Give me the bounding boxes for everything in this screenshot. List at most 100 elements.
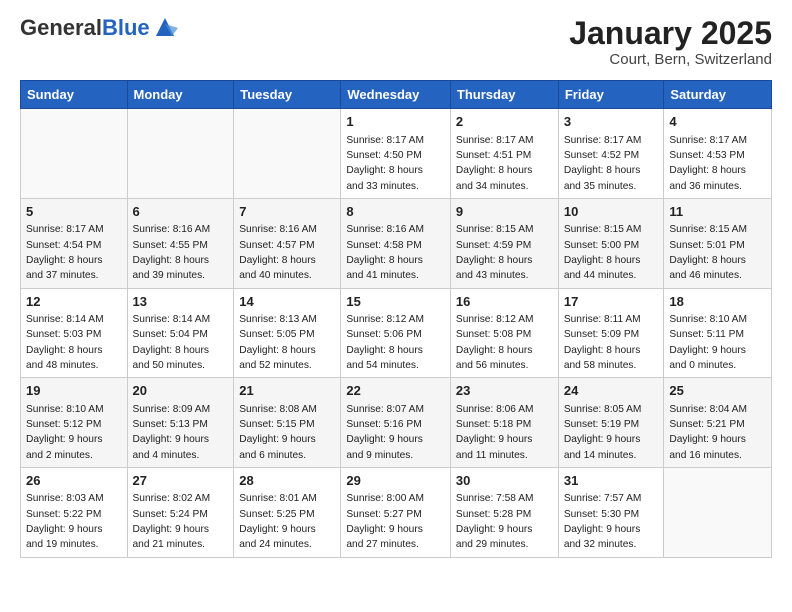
day-number: 31 [564, 472, 659, 490]
col-monday: Monday [127, 81, 234, 109]
day-number: 20 [133, 382, 229, 400]
title-block: January 2025 Court, Bern, Switzerland [569, 16, 772, 68]
calendar-week-row: 1Sunrise: 8:17 AMSunset: 4:50 PMDaylight… [21, 109, 772, 199]
day-number: 13 [133, 293, 229, 311]
table-row: 23Sunrise: 8:06 AMSunset: 5:18 PMDayligh… [450, 378, 558, 468]
day-number: 10 [564, 203, 659, 221]
table-row: 4 Sunrise: 8:17 AMSunset: 4:53 PMDaylight… [664, 109, 772, 199]
day-number: 7 [239, 203, 335, 221]
table-row: 9 Sunrise: 8:15 AMSunset: 4:59 PMDaylight… [450, 198, 558, 288]
table-row: 8Sunrise: 8:16 AMSunset: 4:58 PMDaylight… [341, 198, 451, 288]
col-thursday: Thursday [450, 81, 558, 109]
day-number: 14 [239, 293, 335, 311]
calendar-week-row: 5 Sunrise: 8:17 AMSunset: 4:54 PMDaylight… [21, 198, 772, 288]
day-number: 5 [26, 203, 122, 221]
day-number: 28 [239, 472, 335, 490]
day-info: Sunrise: 7:58 AMSunset: 5:28 PMDaylight:… [456, 493, 534, 550]
day-number: 6 [133, 203, 229, 221]
page: GeneralBlue January 2025 Court, Bern, Sw… [0, 0, 792, 574]
table-row: 7 Sunrise: 8:16 AMSunset: 4:57 PMDaylight… [234, 198, 341, 288]
day-info: Sunrise: 8:05 AMSunset: 5:19 PMDaylight:… [564, 404, 642, 461]
calendar-table: Sunday Monday Tuesday Wednesday Thursday… [20, 80, 772, 557]
day-info: Sunrise: 8:16 AMSunset: 4:55 PMDaylight:… [133, 224, 211, 281]
day-number: 16 [456, 293, 553, 311]
day-info: Sunrise: 8:14 AMSunset: 5:04 PMDaylight:… [133, 314, 211, 371]
day-number: 26 [26, 472, 122, 490]
day-info: Sunrise: 8:15 AMSunset: 4:59 PMDaylight:… [456, 224, 534, 281]
table-row: 22 Sunrise: 8:07 AMSunset: 5:16 PMDayligh… [341, 378, 451, 468]
day-info: Sunrise: 8:07 AMSunset: 5:16 PMDaylight:… [346, 404, 424, 461]
table-row: 17 Sunrise: 8:11 AMSunset: 5:09 PMDayligh… [558, 288, 664, 378]
day-number: 2 [456, 113, 553, 131]
header: GeneralBlue January 2025 Court, Bern, Sw… [20, 16, 772, 68]
day-number: 3 [564, 113, 659, 131]
logo-icon [152, 14, 178, 40]
day-info: Sunrise: 8:01 AMSunset: 5:25 PMDaylight:… [239, 493, 317, 550]
day-number: 12 [26, 293, 122, 311]
day-number: 4 [669, 113, 766, 131]
day-info: Sunrise: 8:12 AMSunset: 5:08 PMDaylight:… [456, 314, 534, 371]
day-info: Sunrise: 8:17 AMSunset: 4:51 PMDaylight:… [456, 135, 534, 192]
col-saturday: Saturday [664, 81, 772, 109]
day-info: Sunrise: 8:17 AMSunset: 4:54 PMDaylight:… [26, 224, 104, 281]
day-info: Sunrise: 8:17 AMSunset: 4:50 PMDaylight:… [346, 135, 424, 192]
day-info: Sunrise: 8:02 AMSunset: 5:24 PMDaylight:… [133, 493, 211, 550]
table-row: 27 Sunrise: 8:02 AMSunset: 5:24 PMDayligh… [127, 467, 234, 557]
day-info: Sunrise: 8:16 AMSunset: 4:57 PMDaylight:… [239, 224, 317, 281]
table-row: 26 Sunrise: 8:03 AMSunset: 5:22 PMDayligh… [21, 467, 128, 557]
day-info: Sunrise: 8:15 AMSunset: 5:01 PMDaylight:… [669, 224, 747, 281]
day-info: Sunrise: 8:14 AMSunset: 5:03 PMDaylight:… [26, 314, 104, 371]
day-number: 18 [669, 293, 766, 311]
day-number: 22 [346, 382, 445, 400]
logo: GeneralBlue [20, 16, 178, 40]
table-row: 25 Sunrise: 8:04 AMSunset: 5:21 PMDayligh… [664, 378, 772, 468]
day-number: 17 [564, 293, 659, 311]
table-row: 11 Sunrise: 8:15 AMSunset: 5:01 PMDayligh… [664, 198, 772, 288]
table-row: 18 Sunrise: 8:10 AMSunset: 5:11 PMDayligh… [664, 288, 772, 378]
table-row [234, 109, 341, 199]
table-row: 14 Sunrise: 8:13 AMSunset: 5:05 PMDayligh… [234, 288, 341, 378]
day-info: Sunrise: 8:06 AMSunset: 5:18 PMDaylight:… [456, 404, 534, 461]
table-row: 24Sunrise: 8:05 AMSunset: 5:19 PMDayligh… [558, 378, 664, 468]
day-number: 27 [133, 472, 229, 490]
day-info: Sunrise: 8:17 AMSunset: 4:53 PMDaylight:… [669, 135, 747, 192]
day-number: 25 [669, 382, 766, 400]
table-row: 15 Sunrise: 8:12 AMSunset: 5:06 PMDayligh… [341, 288, 451, 378]
table-row: 28 Sunrise: 8:01 AMSunset: 5:25 PMDayligh… [234, 467, 341, 557]
col-sunday: Sunday [21, 81, 128, 109]
table-row: 30 Sunrise: 7:58 AMSunset: 5:28 PMDayligh… [450, 467, 558, 557]
day-info: Sunrise: 8:11 AMSunset: 5:09 PMDaylight:… [564, 314, 641, 371]
table-row: 16 Sunrise: 8:12 AMSunset: 5:08 PMDayligh… [450, 288, 558, 378]
table-row: 29Sunrise: 8:00 AMSunset: 5:27 PMDayligh… [341, 467, 451, 557]
page-subtitle: Court, Bern, Switzerland [569, 51, 772, 68]
day-number: 9 [456, 203, 553, 221]
day-info: Sunrise: 8:17 AMSunset: 4:52 PMDaylight:… [564, 135, 642, 192]
table-row: 12 Sunrise: 8:14 AMSunset: 5:03 PMDayligh… [21, 288, 128, 378]
day-number: 30 [456, 472, 553, 490]
page-title: January 2025 [569, 16, 772, 51]
table-row: 20Sunrise: 8:09 AMSunset: 5:13 PMDayligh… [127, 378, 234, 468]
col-wednesday: Wednesday [341, 81, 451, 109]
table-row: 5 Sunrise: 8:17 AMSunset: 4:54 PMDaylight… [21, 198, 128, 288]
logo-general-text: General [20, 15, 102, 40]
col-tuesday: Tuesday [234, 81, 341, 109]
day-info: Sunrise: 8:13 AMSunset: 5:05 PMDaylight:… [239, 314, 317, 371]
calendar-week-row: 19Sunrise: 8:10 AMSunset: 5:12 PMDayligh… [21, 378, 772, 468]
day-number: 29 [346, 472, 445, 490]
day-number: 11 [669, 203, 766, 221]
table-row: 10 Sunrise: 8:15 AMSunset: 5:00 PMDayligh… [558, 198, 664, 288]
day-number: 19 [26, 382, 122, 400]
day-number: 21 [239, 382, 335, 400]
col-friday: Friday [558, 81, 664, 109]
day-info: Sunrise: 8:04 AMSunset: 5:21 PMDaylight:… [669, 404, 747, 461]
day-info: Sunrise: 8:03 AMSunset: 5:22 PMDaylight:… [26, 493, 104, 550]
day-info: Sunrise: 8:10 AMSunset: 5:11 PMDaylight:… [669, 314, 747, 371]
calendar-week-row: 26 Sunrise: 8:03 AMSunset: 5:22 PMDayligh… [21, 467, 772, 557]
table-row: 13 Sunrise: 8:14 AMSunset: 5:04 PMDayligh… [127, 288, 234, 378]
day-info: Sunrise: 8:12 AMSunset: 5:06 PMDaylight:… [346, 314, 424, 371]
day-info: Sunrise: 8:15 AMSunset: 5:00 PMDaylight:… [564, 224, 642, 281]
table-row: 3 Sunrise: 8:17 AMSunset: 4:52 PMDaylight… [558, 109, 664, 199]
day-number: 15 [346, 293, 445, 311]
table-row [21, 109, 128, 199]
day-info: Sunrise: 8:16 AMSunset: 4:58 PMDaylight:… [346, 224, 424, 281]
